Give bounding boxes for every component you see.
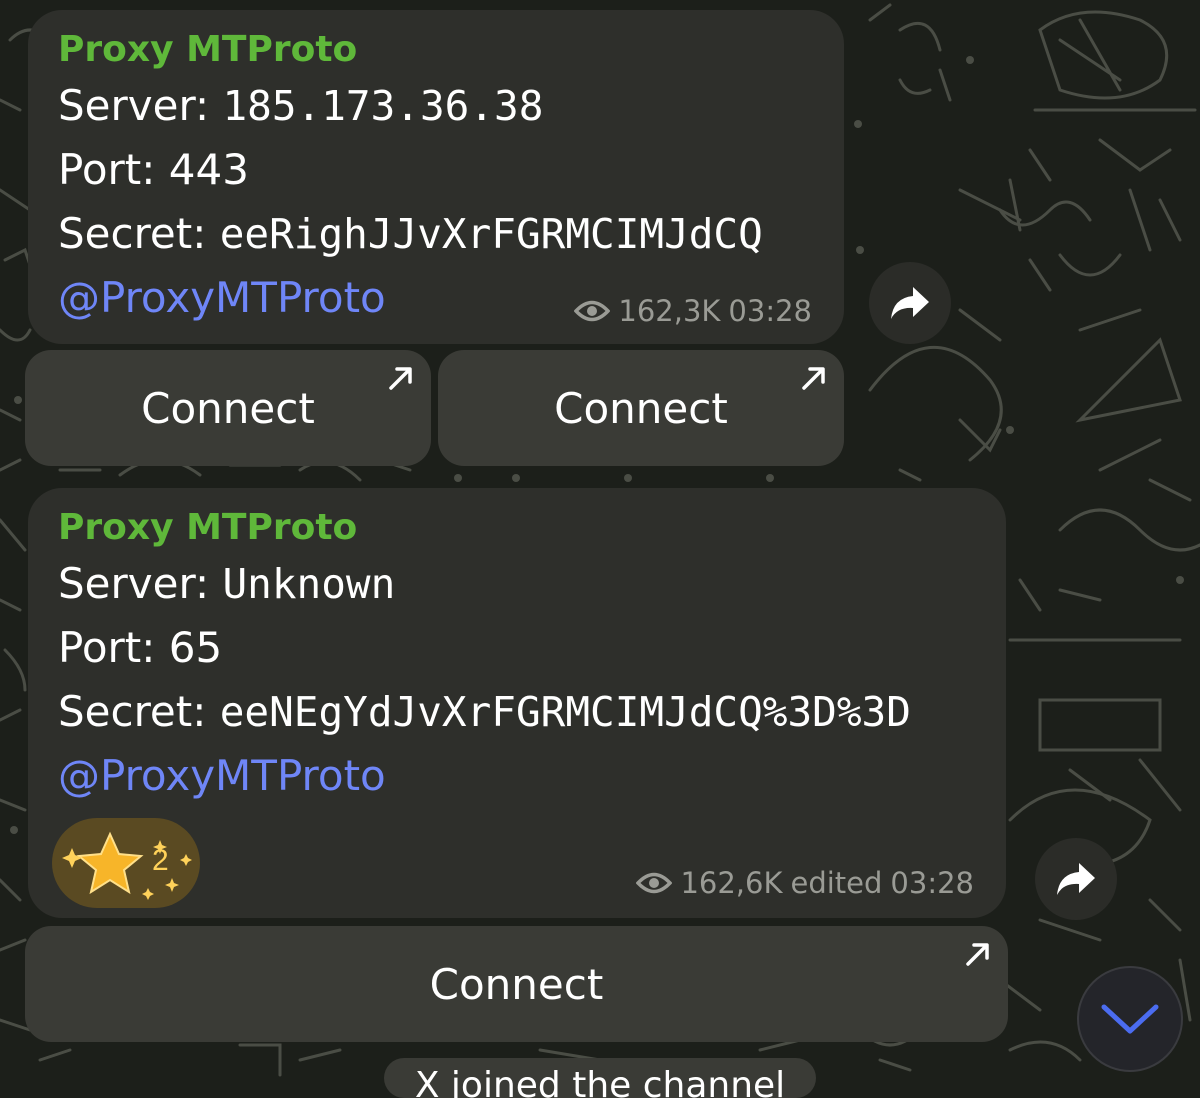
connect-button-2[interactable]: Connect <box>438 350 844 466</box>
server-line: Server: 185.173.36.38 <box>58 80 543 132</box>
star-icon <box>62 831 192 900</box>
port-label: Port: <box>58 145 169 194</box>
connect-button-label: Connect <box>554 383 728 433</box>
message-meta: 162,3K 03:28 <box>574 294 812 328</box>
message-time: 03:28 <box>890 866 974 900</box>
edited-label: edited <box>790 866 883 900</box>
share-button-1[interactable] <box>869 262 951 344</box>
share-arrow-icon <box>1057 863 1095 895</box>
message-sender[interactable]: Proxy MTProto <box>58 502 357 554</box>
server-value: 185.173.36.38 <box>222 82 544 130</box>
channel-link[interactable]: @ProxyMTProto <box>58 272 386 324</box>
port-value: 443 <box>168 145 249 194</box>
server-label: Server: <box>58 559 223 608</box>
service-message: X joined the channel <box>384 1058 816 1098</box>
share-arrow-icon <box>891 287 929 319</box>
connect-button-3[interactable]: Connect <box>25 926 1008 1042</box>
external-arrow-icon <box>389 367 412 390</box>
message-time: 03:28 <box>728 294 812 328</box>
secret-line: Secret: eeNEgYdJvXrFGRMCIMJdCQ%3D%3D <box>58 686 911 738</box>
connect-button-label: Connect <box>141 383 315 433</box>
view-count: 162,6K <box>680 866 783 900</box>
external-arrow-icon <box>966 943 989 966</box>
reaction-count: 2 <box>152 844 169 877</box>
message-meta: 162,6K edited 03:28 <box>636 866 974 900</box>
server-value: Unknown <box>222 560 396 608</box>
eye-icon <box>574 300 611 322</box>
secret-line: Secret: eeRighJJvXrFGRMCIMJdCQ <box>58 208 763 260</box>
star-reaction[interactable]: 2 <box>52 818 200 908</box>
port-line: Port: 443 <box>58 144 249 196</box>
server-label: Server: <box>58 81 223 130</box>
scroll-down-button[interactable] <box>1077 966 1183 1072</box>
secret-label: Secret: <box>58 209 220 258</box>
connect-button-1[interactable]: Connect <box>25 350 431 466</box>
eye-icon <box>636 872 673 894</box>
channel-link[interactable]: @ProxyMTProto <box>58 750 386 802</box>
message-sender[interactable]: Proxy MTProto <box>58 24 357 76</box>
server-line: Server: Unknown <box>58 558 395 610</box>
view-count: 162,3K <box>618 294 721 328</box>
connect-button-label: Connect <box>429 959 604 1009</box>
message-bubble-1: Proxy MTProto Server: 185.173.36.38 Port… <box>28 10 844 344</box>
external-arrow-icon <box>802 367 825 390</box>
chevron-down-icon <box>1101 1004 1159 1034</box>
port-label: Port: <box>58 623 169 672</box>
secret-value: eeNEgYdJvXrFGRMCIMJdCQ%3D%3D <box>219 688 911 736</box>
port-value: 65 <box>168 623 223 672</box>
share-button-2[interactable] <box>1035 838 1117 920</box>
secret-value: eeRighJJvXrFGRMCIMJdCQ <box>219 210 763 258</box>
secret-label: Secret: <box>58 687 220 736</box>
port-line: Port: 65 <box>58 622 222 674</box>
